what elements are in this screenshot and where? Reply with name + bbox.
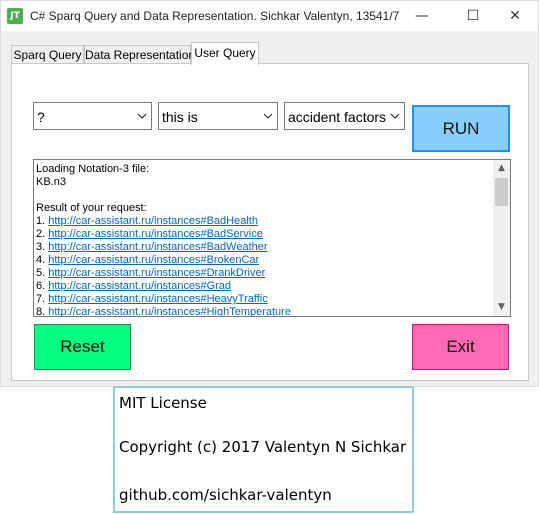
result-link[interactable]: http://car-assistant.ru/instances#DrankD… bbox=[48, 267, 265, 279]
result-number: 5. bbox=[36, 267, 49, 279]
scroll-up-icon[interactable]: ▲ bbox=[493, 160, 510, 177]
result-link[interactable]: http://car-assistant.ru/instances#BadWea… bbox=[48, 241, 267, 253]
result-number: 3. bbox=[36, 241, 49, 253]
predicate-select[interactable]: this is bbox=[158, 102, 278, 130]
result-item: 6. http://car-assistant.ru/instances#Gra… bbox=[36, 280, 491, 293]
minimize-button[interactable]: — bbox=[399, 1, 445, 31]
result-number: 4. bbox=[36, 254, 49, 266]
subject-select[interactable]: ? bbox=[33, 102, 152, 130]
result-link[interactable]: http://car-assistant.ru/instances#Grad bbox=[48, 280, 231, 292]
tab-data-representation[interactable]: Data Representation bbox=[84, 45, 195, 64]
result-number: 6. bbox=[36, 280, 49, 292]
reset-button[interactable]: Reset bbox=[34, 324, 131, 370]
output-line: Loading Notation-3 file: bbox=[36, 163, 150, 175]
output-line: Result of your request: bbox=[36, 202, 147, 214]
subject-value: ? bbox=[37, 109, 45, 125]
chevron-down-icon bbox=[137, 113, 147, 119]
title-bar: JT C# Sparq Query and Data Representatio… bbox=[1, 1, 538, 31]
result-number: 2. bbox=[36, 228, 49, 240]
vertical-scrollbar[interactable]: ▲ ▼ bbox=[493, 160, 510, 316]
result-link[interactable]: http://car-assistant.ru/instances#HeavyT… bbox=[48, 293, 267, 305]
result-link[interactable]: http://car-assistant.ru/instances#BadSer… bbox=[48, 228, 263, 240]
scroll-down-icon[interactable]: ▼ bbox=[493, 299, 510, 316]
tab-user-query[interactable]: User Query bbox=[191, 42, 259, 65]
license-copyright: Copyright (c) 2017 Valentyn N Sichkar bbox=[119, 438, 407, 456]
results-textbox[interactable]: Loading Notation-3 file: KB.n3 Result of … bbox=[33, 159, 511, 317]
license-url: github.com/sichkar-valentyn bbox=[119, 486, 332, 504]
object-select[interactable]: accident factors bbox=[284, 102, 405, 130]
results-text: Loading Notation-3 file: KB.n3 Result of … bbox=[36, 163, 491, 317]
app-icon: JT bbox=[7, 8, 23, 24]
object-value: accident factors bbox=[288, 109, 387, 125]
app-window: JT C# Sparq Query and Data Representatio… bbox=[0, 0, 539, 387]
predicate-value: this is bbox=[162, 109, 198, 125]
result-item: 5. http://car-assistant.ru/instances#Dra… bbox=[36, 267, 491, 280]
result-number: 8. bbox=[36, 306, 49, 317]
license-title: MIT License bbox=[119, 394, 207, 412]
result-item: 8. http://car-assistant.ru/instances#Hig… bbox=[36, 306, 491, 317]
result-number: 7. bbox=[36, 293, 49, 305]
result-link[interactable]: http://car-assistant.ru/instances#Broken… bbox=[48, 254, 259, 266]
result-number: 1. bbox=[36, 215, 49, 227]
result-item: 2. http://car-assistant.ru/instances#Bad… bbox=[36, 228, 491, 241]
window-title: C# Sparq Query and Data Representation. … bbox=[30, 9, 400, 23]
exit-button[interactable]: Exit bbox=[412, 324, 509, 370]
scroll-thumb[interactable] bbox=[495, 178, 508, 206]
result-link[interactable]: http://car-assistant.ru/instances#BadHea… bbox=[48, 215, 258, 227]
result-item: 1. http://car-assistant.ru/instances#Bad… bbox=[36, 215, 491, 228]
result-item: 7. http://car-assistant.ru/instances#Hea… bbox=[36, 293, 491, 306]
maximize-button[interactable]: ☐ bbox=[450, 1, 496, 31]
output-line: KB.n3 bbox=[36, 176, 66, 188]
run-button[interactable]: RUN bbox=[412, 105, 510, 152]
close-button[interactable]: ✕ bbox=[492, 1, 538, 31]
tab-sparq-query[interactable]: Sparq Query bbox=[11, 45, 84, 64]
result-item: 3. http://car-assistant.ru/instances#Bad… bbox=[36, 241, 491, 254]
result-link[interactable]: http://car-assistant.ru/instances#HighTe… bbox=[48, 306, 291, 316]
chevron-down-icon bbox=[390, 113, 400, 119]
license-box: MIT License Copyright (c) 2017 Valentyn … bbox=[113, 386, 414, 513]
result-item: 4. http://car-assistant.ru/instances#Bro… bbox=[36, 254, 491, 267]
chevron-down-icon bbox=[263, 113, 273, 119]
